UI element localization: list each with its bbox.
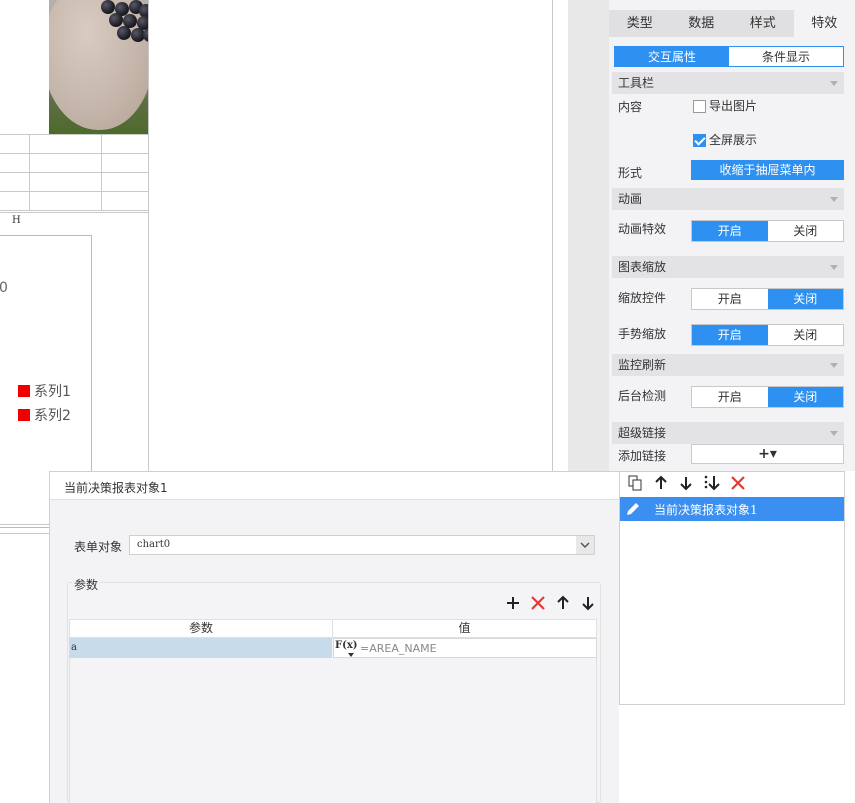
hyperlink-list: 当前决策报表对象1 <box>619 471 845 705</box>
content-label: 内容 <box>618 100 643 114</box>
collapse-caret-icon[interactable] <box>830 265 838 270</box>
grid-line <box>0 210 148 211</box>
chart-axis-label: 0 <box>0 280 8 296</box>
formula-icon[interactable]: F(x) <box>335 640 358 651</box>
grid-line <box>148 0 149 525</box>
export-image-label: 导出图片 <box>709 99 758 113</box>
arrow-up-icon[interactable] <box>652 475 670 493</box>
column-letter: H <box>12 215 21 226</box>
gesture-off-button[interactable]: 关闭 <box>768 325 844 345</box>
column-header-value: 值 <box>332 619 597 638</box>
subtab-condition[interactable]: 条件显示 <box>729 47 843 66</box>
zoom-control-label: 缩放控件 <box>618 291 667 305</box>
section-title: 动画 <box>618 192 643 206</box>
tab-data[interactable]: 数据 <box>671 10 733 37</box>
section-title: 超级链接 <box>618 426 667 440</box>
form-select[interactable]: 收缩于抽屉菜单内 <box>691 160 844 180</box>
param-value-cell[interactable]: F(x) =AREA_NAME <box>333 638 597 658</box>
fullscreen-option[interactable]: 全屏展示 <box>693 131 757 148</box>
animation-off-button[interactable]: 关闭 <box>768 221 844 241</box>
form-object-select[interactable]: chart0 <box>129 535 595 555</box>
params-table-body <box>69 638 597 803</box>
grid-line <box>0 134 148 135</box>
section-monitor-refresh[interactable]: 监控刷新 <box>612 354 844 376</box>
params-title: 参数 <box>72 576 101 593</box>
subtab-interaction[interactable]: 交互属性 <box>615 47 729 66</box>
grid-line <box>0 153 148 154</box>
list-item-label: 当前决策报表对象1 <box>654 503 758 517</box>
collapse-caret-icon[interactable] <box>830 363 838 368</box>
tab-effects[interactable]: 特效 <box>793 10 855 37</box>
background-check-label: 后台检测 <box>618 389 667 403</box>
section-title: 监控刷新 <box>618 358 667 372</box>
add-link-label: 添加链接 <box>618 449 667 463</box>
zoom-control-toggle: 开启 关闭 <box>691 288 844 310</box>
form-label: 形式 <box>618 166 643 180</box>
param-value: =AREA_NAME <box>360 642 437 655</box>
form-object-label: 表单对象 <box>74 540 123 554</box>
section-title: 图表缩放 <box>618 260 667 274</box>
collapse-caret-icon[interactable] <box>830 197 838 202</box>
canvas-edge <box>552 0 553 471</box>
gesture-on-button[interactable]: 开启 <box>692 325 768 345</box>
animation-effect-label: 动画特效 <box>618 222 667 236</box>
section-chart-zoom[interactable]: 图表缩放 <box>612 256 844 278</box>
arrow-down-icon[interactable] <box>580 594 596 612</box>
section-title: 工具栏 <box>618 76 655 90</box>
legend-label: 系列1 <box>34 384 71 400</box>
grid-line <box>0 533 49 534</box>
copy-icon[interactable] <box>626 475 644 493</box>
gesture-zoom-label: 手势缩放 <box>618 327 667 341</box>
zoom-control-off-button[interactable]: 关闭 <box>767 289 843 309</box>
checkbox-icon[interactable] <box>693 100 706 113</box>
export-image-option[interactable]: 导出图片 <box>693 97 757 114</box>
grid-line <box>101 134 102 210</box>
column-header-param: 参数 <box>69 619 333 638</box>
property-tabs: 类型 数据 样式 特效 <box>609 10 855 37</box>
zoom-control-on-button[interactable]: 开启 <box>692 289 768 309</box>
section-animation[interactable]: 动画 <box>612 188 844 210</box>
grid-line <box>0 172 148 173</box>
checkbox-checked-icon[interactable] <box>693 134 706 147</box>
gesture-zoom-toggle: 开启 关闭 <box>691 324 844 346</box>
subtab-switch: 交互属性 条件显示 <box>614 46 844 67</box>
legend-swatch <box>18 409 30 421</box>
delete-icon[interactable] <box>529 594 547 612</box>
animation-on-button[interactable]: 开启 <box>692 221 768 241</box>
legend-swatch <box>18 385 30 397</box>
legend-label: 系列2 <box>34 408 71 424</box>
section-toolbar[interactable]: 工具栏 <box>612 72 844 94</box>
section-hyperlink[interactable]: 超级链接 <box>612 422 844 444</box>
collapse-caret-icon[interactable] <box>830 81 838 86</box>
background-check-toggle: 开启 关闭 <box>691 386 844 408</box>
legend-item: 系列2 <box>18 405 71 425</box>
delete-icon[interactable] <box>729 475 747 493</box>
dialog-header: 当前决策报表对象1 <box>50 472 619 500</box>
collapse-caret-icon[interactable] <box>830 431 838 436</box>
column-header[interactable]: H <box>0 212 148 230</box>
add-link-button[interactable]: +▾ <box>691 444 844 464</box>
list-item[interactable]: 当前决策报表对象1 <box>620 497 844 521</box>
grid-line <box>0 524 49 525</box>
fullscreen-label: 全屏展示 <box>709 133 758 147</box>
chevron-down-icon[interactable] <box>576 536 594 554</box>
arrow-up-icon[interactable] <box>555 594 571 612</box>
dialog-title: 当前决策报表对象1 <box>64 481 168 495</box>
sort-icon[interactable] <box>703 475 721 493</box>
image-berries <box>49 0 148 134</box>
add-icon[interactable] <box>504 594 522 612</box>
arrow-down-icon[interactable] <box>677 475 695 493</box>
monitor-on-button[interactable]: 开启 <box>692 387 768 407</box>
pencil-icon[interactable] <box>624 500 642 518</box>
grid-line <box>29 134 30 210</box>
legend-item: 系列1 <box>18 381 71 401</box>
form-object-value: chart0 <box>137 539 171 550</box>
animation-toggle: 开启 关闭 <box>691 220 844 242</box>
chevron-down-icon[interactable] <box>348 653 354 657</box>
tab-type[interactable]: 类型 <box>609 10 671 37</box>
monitor-off-button[interactable]: 关闭 <box>767 387 843 407</box>
param-name-cell[interactable]: a <box>69 638 332 658</box>
grid-line <box>0 191 148 192</box>
tab-style[interactable]: 样式 <box>732 10 794 37</box>
